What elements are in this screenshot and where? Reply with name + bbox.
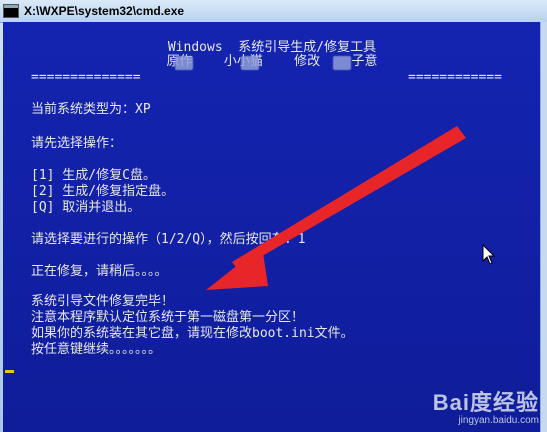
watermark: Bai度经验 jingyan.baidu.com <box>433 385 539 426</box>
watermark-site: jingyan.baidu.com <box>458 415 539 426</box>
watermark-logo: Bai度经验 <box>432 390 539 415</box>
mouse-pointer-icon <box>482 244 496 265</box>
arrow-head <box>206 246 268 290</box>
red-arrow-annotation <box>206 126 466 290</box>
arrow-shaft <box>232 126 466 270</box>
